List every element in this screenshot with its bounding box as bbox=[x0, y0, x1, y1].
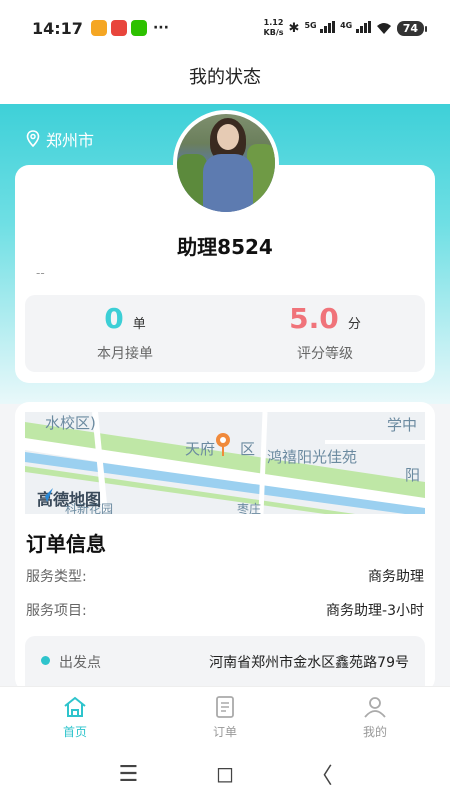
map-label: 鸿禧阳光佳苑 bbox=[267, 448, 358, 466]
network-type-4g: 4G bbox=[340, 20, 353, 30]
battery-indicator: 74 bbox=[396, 20, 428, 36]
tab-home-label: 首页 bbox=[62, 725, 87, 739]
monthly-orders-label: 本月接单 bbox=[97, 346, 153, 362]
stats-panel: 0 单 本月接单 5.0 分 评分等级 bbox=[25, 295, 425, 372]
signal-4g-icon: 4G bbox=[340, 20, 371, 36]
profile-icon bbox=[364, 697, 386, 718]
avatar[interactable] bbox=[173, 110, 279, 216]
map-label: 学中 bbox=[387, 416, 418, 434]
rating-label: 评分等级 bbox=[297, 346, 353, 362]
wechat-icon bbox=[130, 20, 147, 36]
map-label: 枣庄 bbox=[237, 502, 262, 514]
city-name: 郑州市 bbox=[46, 131, 95, 150]
menu-icon[interactable]: ☰ bbox=[108, 762, 148, 787]
monthly-orders-stat: 0 单 本月接单 bbox=[25, 295, 225, 372]
bluetooth-icon: ✱ bbox=[288, 20, 300, 36]
location-pin-icon bbox=[26, 130, 40, 148]
system-nav-bar: ☰ ◻ 〈 bbox=[0, 748, 450, 800]
status-bar: 14:17 ··· 1.12 KB/s ✱ 5G 4G 74 bbox=[0, 0, 450, 56]
monthly-orders-unit: 单 bbox=[132, 317, 146, 332]
rating-value: 5.0 bbox=[289, 302, 339, 335]
tab-profile-label: 我的 bbox=[362, 725, 387, 739]
service-item-label: 服务项目: bbox=[26, 603, 87, 619]
map-label: 阳 bbox=[405, 466, 421, 484]
amap-logo: 高德地图 bbox=[37, 486, 101, 510]
tab-home[interactable]: 首页 bbox=[0, 687, 150, 748]
back-icon[interactable]: 〈 bbox=[302, 758, 342, 790]
network-speed: 1.12 KB/s bbox=[264, 18, 284, 38]
notification-app-icon bbox=[110, 20, 127, 36]
map-label: 天府 bbox=[185, 440, 216, 458]
network-speed-value: 1.12 bbox=[263, 18, 284, 27]
map-location-marker-icon bbox=[216, 433, 230, 456]
network-speed-unit: KB/s bbox=[263, 28, 284, 37]
home-button-icon[interactable]: ◻ bbox=[205, 762, 245, 787]
map-label: 水校区) bbox=[45, 414, 96, 432]
location-selector[interactable]: 郑州市 bbox=[26, 127, 94, 151]
notification-app-icon bbox=[90, 20, 107, 36]
service-type-value: 商务助理 bbox=[368, 569, 424, 585]
tab-profile[interactable]: 我的 bbox=[300, 687, 450, 748]
status-indicators: 1.12 KB/s ✱ 5G 4G 74 bbox=[264, 18, 428, 38]
page-title: 我的状态 bbox=[0, 56, 450, 104]
order-icon bbox=[216, 696, 234, 718]
wifi-icon bbox=[376, 22, 391, 34]
more-notifications-icon: ··· bbox=[152, 20, 169, 36]
avatar-body bbox=[203, 154, 253, 212]
order-info-title: 订单信息 bbox=[26, 532, 106, 556]
status-time: 14:17 bbox=[32, 18, 83, 38]
signal-5g-icon: 5G bbox=[304, 20, 336, 36]
departure-label: 出发点 bbox=[59, 655, 101, 671]
map-label: 区 bbox=[240, 440, 256, 458]
home-icon bbox=[64, 696, 86, 717]
service-type-label: 服务类型: bbox=[26, 569, 87, 585]
departure-dot-icon bbox=[41, 656, 50, 665]
avatar-face bbox=[217, 124, 239, 150]
service-item-value: 商务助理-3小时 bbox=[326, 603, 424, 619]
bottom-tab-bar: 首页 订单 我的 bbox=[0, 686, 450, 748]
user-signature: -- bbox=[36, 266, 45, 280]
rating-stat: 5.0 分 评分等级 bbox=[225, 295, 425, 372]
departure-address: 河南省郑州市金水区鑫苑路79号 bbox=[209, 655, 409, 671]
amap-arrow-icon bbox=[39, 488, 53, 502]
service-type-row: 服务类型: 商务助理 bbox=[26, 566, 424, 586]
tab-orders-label: 订单 bbox=[212, 725, 237, 739]
rating-unit: 分 bbox=[347, 317, 361, 332]
service-item-row: 服务项目: 商务助理-3小时 bbox=[26, 600, 424, 620]
network-type-5g: 5G bbox=[304, 20, 317, 30]
tab-orders[interactable]: 订单 bbox=[150, 687, 300, 748]
monthly-orders-value: 0 bbox=[104, 302, 124, 335]
map-view[interactable]: 水校区) 天府 区 鸿禧阳光佳苑 学中 阳 枣庄 科新花园 高德地图 bbox=[25, 412, 425, 514]
user-name: 助理8524 bbox=[177, 235, 273, 259]
